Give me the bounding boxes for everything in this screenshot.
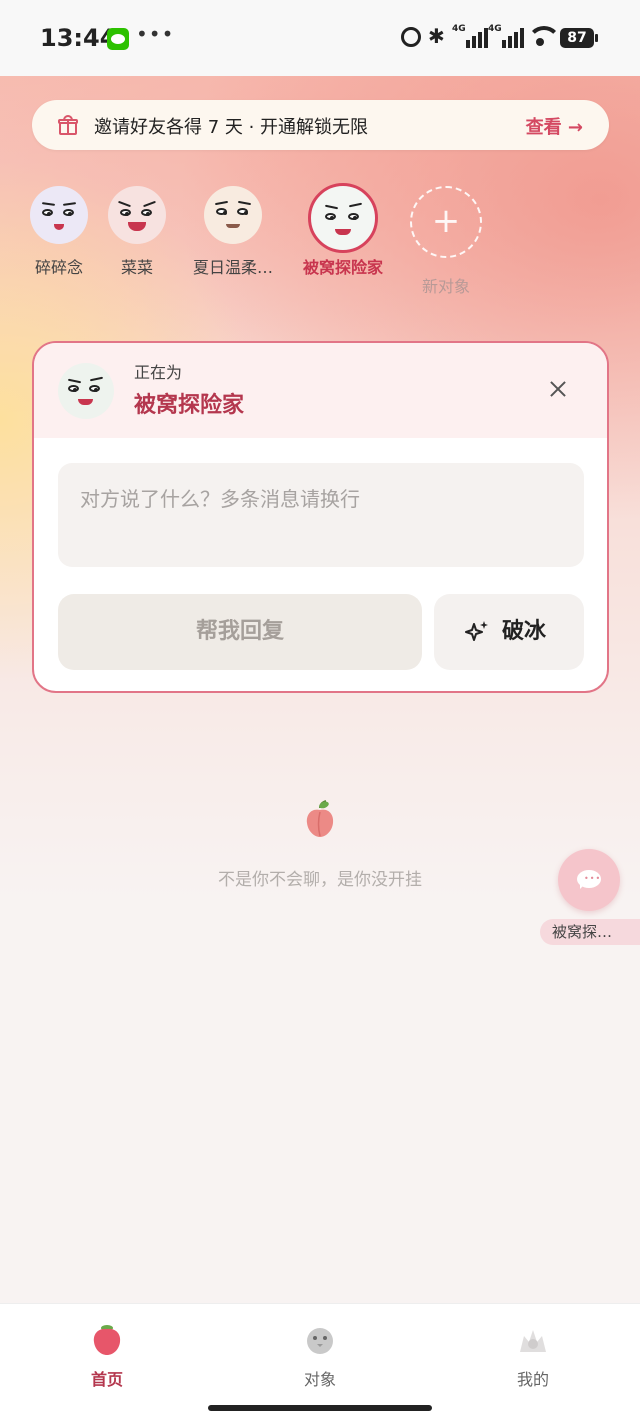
card-header: 正在为 被窝探险家 — [34, 343, 607, 438]
signal-4g-icon: 4G — [488, 24, 524, 48]
wechat-icon — [107, 28, 129, 50]
gift-icon — [58, 115, 78, 135]
contact-item[interactable]: 夏日温柔… — [193, 180, 273, 277]
contact-name: 碎碎念 — [34, 258, 84, 277]
contact-name: 菜菜 — [120, 258, 154, 277]
avatar — [30, 186, 88, 244]
status-bar: 13:44 ••• ✱ 4G 4G 87 — [0, 0, 640, 76]
tab-label: 我的 — [516, 1370, 549, 1389]
floating-chat-button[interactable]: ••• — [558, 849, 620, 911]
contact-name: 被窝探险家 — [302, 258, 384, 277]
contact-item-active[interactable]: 被窝探险家 — [303, 180, 383, 277]
floating-chat-label[interactable]: 被窝探… — [540, 919, 640, 945]
peach-icon — [90, 1322, 124, 1356]
tab-contacts[interactable]: 对象 — [260, 1322, 380, 1390]
plus-icon: + — [410, 186, 482, 258]
tab-label: 对象 — [303, 1370, 336, 1389]
new-contact-button[interactable]: + 新对象 — [408, 180, 484, 296]
home-indicator — [208, 1405, 432, 1411]
bluetooth-icon: ✱ — [428, 24, 445, 48]
avatar — [308, 183, 378, 253]
peach-icon — [306, 800, 334, 837]
message-input[interactable] — [58, 463, 584, 567]
signal-4g-icon: 4G — [452, 24, 488, 48]
battery-indicator: 87 — [560, 28, 598, 48]
invite-banner[interactable]: 邀请好友各得 7 天 · 开通解锁无限 查看 → — [32, 100, 609, 150]
icebreak-button[interactable]: 破冰 — [434, 594, 584, 670]
tab-home[interactable]: 首页 — [47, 1322, 167, 1390]
alarm-icon — [401, 27, 421, 47]
contact-item[interactable]: 碎碎念 — [29, 180, 89, 277]
profile-icon — [516, 1322, 550, 1356]
wifi-icon — [527, 26, 561, 46]
invite-view-link[interactable]: 查看 → — [526, 113, 583, 139]
network-type: 4G — [452, 24, 466, 34]
tab-profile[interactable]: 我的 — [473, 1322, 593, 1390]
more-dots-icon: ••• — [136, 22, 175, 46]
contact-list: 碎碎念 菜菜 夏日温柔… 被窝探险家 + 新对象 — [0, 180, 640, 300]
new-contact-label: 新对象 — [421, 277, 471, 296]
contact-item[interactable]: 菜菜 — [107, 180, 167, 277]
invite-text: 邀请好友各得 7 天 · 开通解锁无限 — [94, 117, 369, 138]
card-label: 正在为 — [134, 363, 183, 382]
help-reply-button[interactable]: 帮我回复 — [58, 594, 422, 670]
status-time: 13:44 — [40, 24, 117, 52]
avatar — [108, 186, 166, 244]
chick-icon — [303, 1322, 337, 1356]
sparkle-icon — [465, 621, 488, 641]
avatar — [204, 186, 262, 244]
avatar — [58, 363, 114, 419]
close-icon[interactable] — [546, 377, 570, 401]
slogan-text: 不是你不会聊，是你没开挂 — [218, 870, 422, 890]
reply-card: 正在为 被窝探险家 帮我回复 破冰 — [32, 341, 609, 693]
tab-label: 首页 — [90, 1370, 123, 1389]
card-contact-name: 被窝探险家 — [134, 393, 245, 418]
icebreak-label: 破冰 — [502, 619, 547, 644]
network-type: 4G — [488, 24, 502, 34]
contact-name: 夏日温柔… — [192, 258, 274, 277]
